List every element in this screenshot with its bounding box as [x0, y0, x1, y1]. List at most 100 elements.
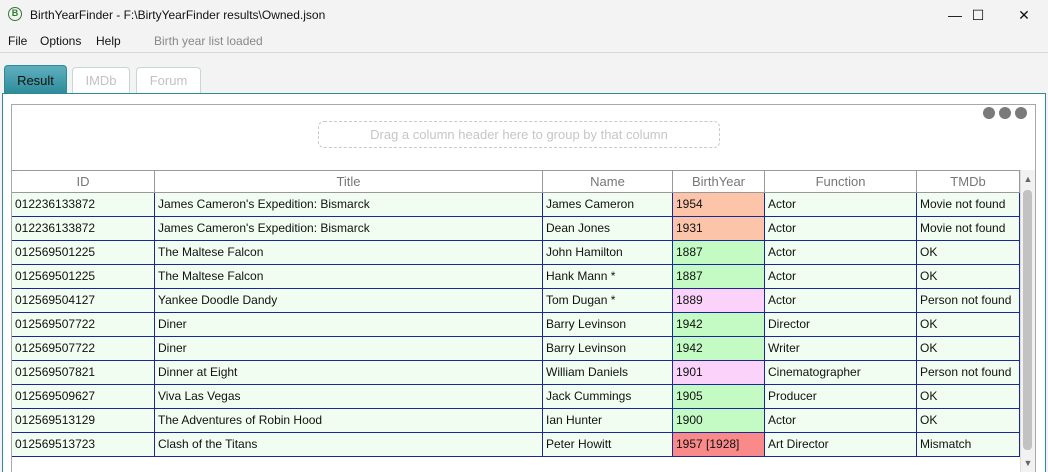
tmdb-cell[interactable]: Mismatch: [917, 433, 1020, 457]
column-header-id[interactable]: ID: [12, 171, 155, 192]
column-header-function[interactable]: Function: [765, 171, 917, 192]
birthyear-cell[interactable]: 1901: [673, 361, 765, 385]
id-cell[interactable]: 012236133872: [12, 193, 155, 217]
scroll-up-icon[interactable]: ▲: [1021, 172, 1035, 187]
id-cell[interactable]: 012569509627: [12, 385, 155, 409]
birthyear-cell[interactable]: 1931: [673, 217, 765, 241]
close-button[interactable]: ✕: [1001, 0, 1047, 30]
title-bar: B BirthYearFinder - F:\BirtyYearFinder r…: [0, 0, 1048, 30]
birthyear-cell[interactable]: 1900: [673, 409, 765, 433]
group-drop-zone[interactable]: Drag a column header here to group by th…: [318, 121, 720, 148]
name-cell[interactable]: John Hamilton: [543, 241, 673, 265]
name-cell[interactable]: Jack Cummings: [543, 385, 673, 409]
title-cell[interactable]: Yankee Doodle Dandy: [155, 289, 543, 313]
function-cell[interactable]: Writer: [765, 337, 917, 361]
menu-options[interactable]: Options: [40, 34, 81, 48]
name-cell[interactable]: William Daniels: [543, 361, 673, 385]
menu-file[interactable]: File: [8, 34, 27, 48]
table-row[interactable]: 012569507722 Diner Barry Levinson 1942 Direc…: [12, 313, 1020, 337]
function-cell[interactable]: Actor: [765, 241, 917, 265]
vertical-scrollbar[interactable]: ▲ ▼: [1020, 170, 1035, 472]
function-cell[interactable]: Actor: [765, 217, 917, 241]
title-cell[interactable]: Dinner at Eight: [155, 361, 543, 385]
maximize-button[interactable]: ☐: [955, 0, 1001, 30]
birthyear-cell[interactable]: 1954: [673, 193, 765, 217]
tab-imdb[interactable]: IMDb: [72, 67, 130, 93]
birthyear-cell[interactable]: 1942: [673, 337, 765, 361]
id-cell[interactable]: 012569507821: [12, 361, 155, 385]
name-cell[interactable]: James Cameron: [543, 193, 673, 217]
name-cell[interactable]: Hank Mann *: [543, 265, 673, 289]
birthyear-cell[interactable]: 1942: [673, 313, 765, 337]
table-row[interactable]: 012569504127 Yankee Doodle Dandy Tom Dugan…: [12, 289, 1020, 313]
title-cell[interactable]: Viva Las Vegas: [155, 385, 543, 409]
function-cell[interactable]: Art Director: [765, 433, 917, 457]
birthyear-cell[interactable]: 1957 [1928]: [673, 433, 765, 457]
title-cell[interactable]: Clash of the Titans: [155, 433, 543, 457]
id-cell[interactable]: 012569504127: [12, 289, 155, 313]
scroll-thumb[interactable]: [1023, 190, 1032, 450]
name-cell[interactable]: Tom Dugan *: [543, 289, 673, 313]
id-cell[interactable]: 012569507722: [12, 337, 155, 361]
table-row[interactable]: 012236133872 James Cameron's Expedition: …: [12, 217, 1020, 241]
name-cell[interactable]: Ian Hunter: [543, 409, 673, 433]
tmdb-cell[interactable]: Movie not found: [917, 193, 1020, 217]
function-cell[interactable]: Cinematographer: [765, 361, 917, 385]
id-cell[interactable]: 012569507722: [12, 313, 155, 337]
more-options-icon[interactable]: [983, 107, 1027, 119]
title-cell[interactable]: Diner: [155, 313, 543, 337]
column-header-name[interactable]: Name: [543, 171, 673, 192]
title-cell[interactable]: James Cameron's Expedition: Bismarck: [155, 217, 543, 241]
column-header-birthyear[interactable]: BirthYear: [673, 171, 765, 192]
birthyear-cell[interactable]: 1889: [673, 289, 765, 313]
name-cell[interactable]: Peter Howitt: [543, 433, 673, 457]
table-row[interactable]: 012569513129 The Adventures of Robin Hood…: [12, 409, 1020, 433]
column-header-tmdb[interactable]: TMDb: [917, 171, 1020, 192]
title-cell[interactable]: The Adventures of Robin Hood: [155, 409, 543, 433]
title-cell[interactable]: The Maltese Falcon: [155, 241, 543, 265]
tmdb-cell[interactable]: Person not found: [917, 361, 1020, 385]
function-cell[interactable]: Producer: [765, 385, 917, 409]
column-header-title[interactable]: Title: [155, 171, 543, 192]
menu-help[interactable]: Help: [96, 34, 121, 48]
scroll-down-icon[interactable]: ▼: [1021, 456, 1035, 471]
tmdb-cell[interactable]: OK: [917, 385, 1020, 409]
dot-icon: [983, 107, 995, 119]
birthyear-cell[interactable]: 1887: [673, 241, 765, 265]
tmdb-cell[interactable]: OK: [917, 313, 1020, 337]
table-row[interactable]: 012569507821 Dinner at Eight William Danie…: [12, 361, 1020, 385]
title-cell[interactable]: Diner: [155, 337, 543, 361]
name-cell[interactable]: Barry Levinson: [543, 337, 673, 361]
function-cell[interactable]: Actor: [765, 409, 917, 433]
table-row[interactable]: 012569507722 Diner Barry Levinson 1942 Write…: [12, 337, 1020, 361]
tab-result[interactable]: Result: [4, 65, 67, 94]
tmdb-cell[interactable]: Movie not found: [917, 217, 1020, 241]
title-cell[interactable]: The Maltese Falcon: [155, 265, 543, 289]
table-row[interactable]: 012569509627 Viva Las Vegas Jack Cummings 1…: [12, 385, 1020, 409]
id-cell[interactable]: 012236133872: [12, 217, 155, 241]
table-row[interactable]: 012569513723 Clash of the Titans Peter How…: [12, 433, 1020, 457]
name-cell[interactable]: Barry Levinson: [543, 313, 673, 337]
table-row[interactable]: 012569501225 The Maltese Falcon John Hamil…: [12, 241, 1020, 265]
function-cell[interactable]: Actor: [765, 265, 917, 289]
id-cell[interactable]: 012569501225: [12, 241, 155, 265]
id-cell[interactable]: 012569513129: [12, 409, 155, 433]
tmdb-cell[interactable]: Person not found: [917, 289, 1020, 313]
id-cell[interactable]: 012569513723: [12, 433, 155, 457]
title-cell[interactable]: James Cameron's Expedition: Bismarck: [155, 193, 543, 217]
name-cell[interactable]: Dean Jones: [543, 217, 673, 241]
table-row[interactable]: 012569501225 The Maltese Falcon Hank Mann …: [12, 265, 1020, 289]
birthyear-cell[interactable]: 1905: [673, 385, 765, 409]
table-row[interactable]: 012236133872 James Cameron's Expedition: …: [12, 193, 1020, 217]
function-cell[interactable]: Actor: [765, 289, 917, 313]
window-title: BirthYearFinder - F:\BirtyYearFinder res…: [30, 8, 326, 22]
tab-forum[interactable]: Forum: [136, 67, 201, 93]
tmdb-cell[interactable]: OK: [917, 241, 1020, 265]
birthyear-cell[interactable]: 1887: [673, 265, 765, 289]
tmdb-cell[interactable]: OK: [917, 409, 1020, 433]
tmdb-cell[interactable]: OK: [917, 337, 1020, 361]
tmdb-cell[interactable]: OK: [917, 265, 1020, 289]
function-cell[interactable]: Actor: [765, 193, 917, 217]
function-cell[interactable]: Director: [765, 313, 917, 337]
id-cell[interactable]: 012569501225: [12, 265, 155, 289]
